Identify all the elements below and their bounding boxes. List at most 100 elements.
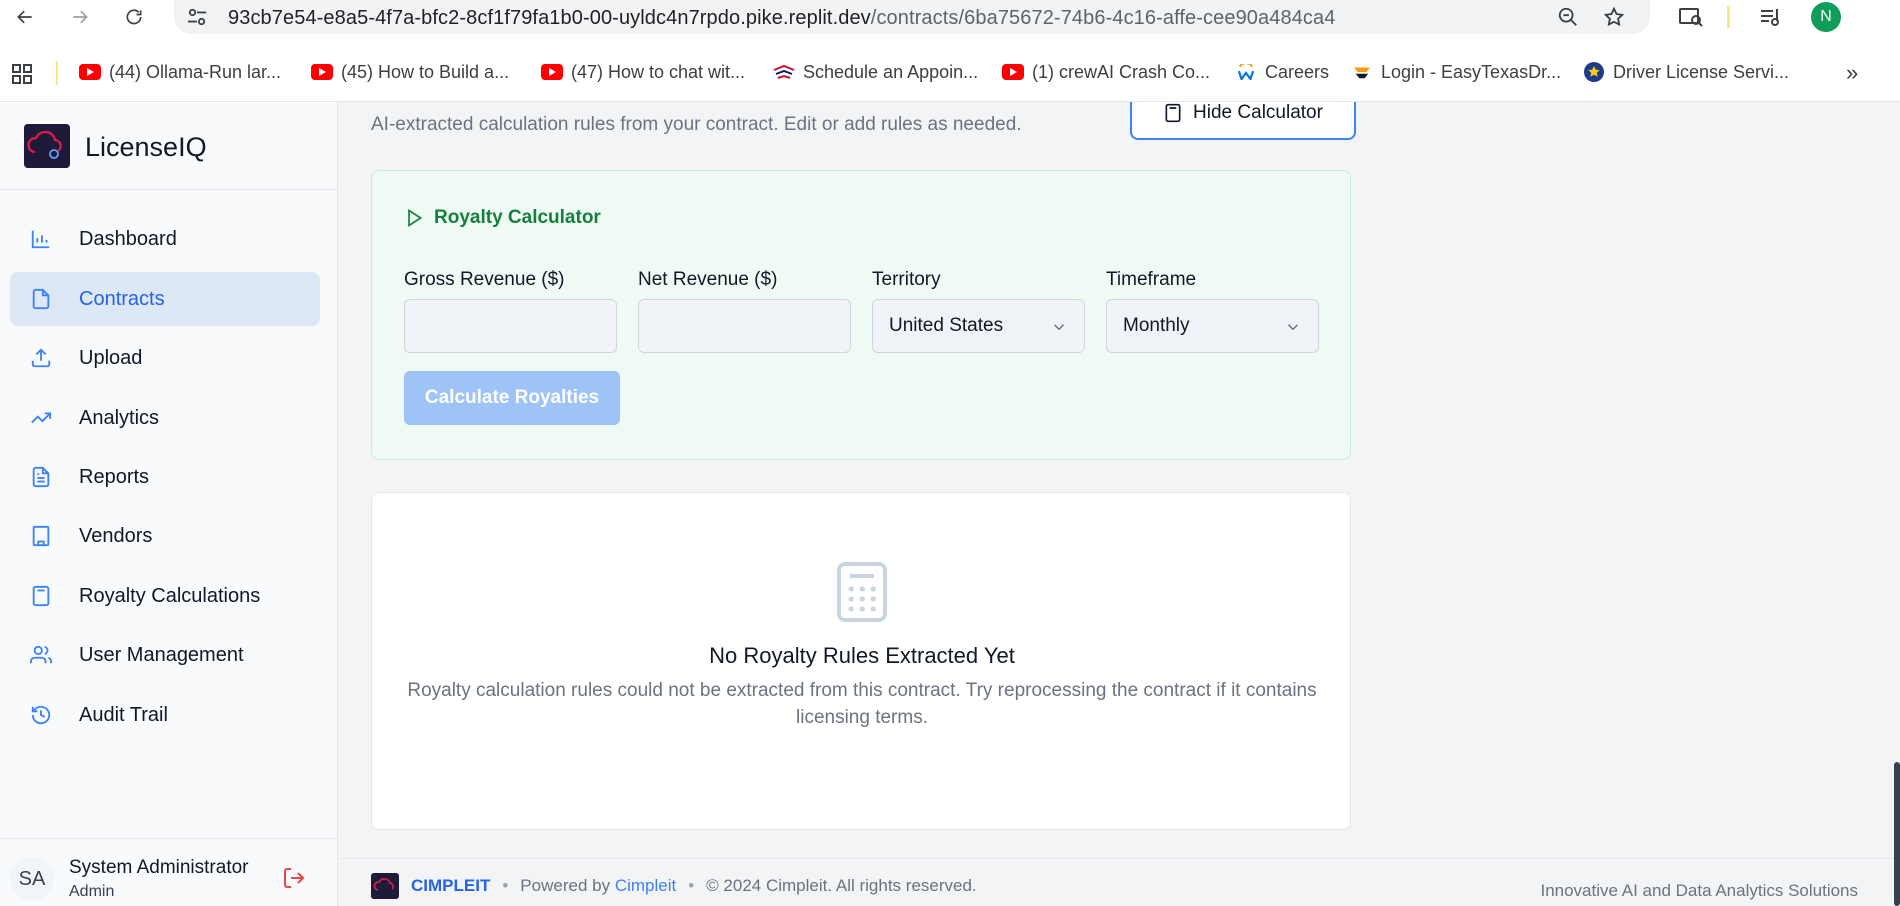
profile-avatar[interactable]: N — [1811, 2, 1841, 32]
sidebar-item-royalty-calculations[interactable]: Royalty Calculations — [10, 569, 320, 623]
powered-by-link[interactable]: Cimpleit — [615, 876, 676, 895]
bookmark-item[interactable]: Driver License Servi... — [1583, 58, 1789, 86]
bookmark-item[interactable]: (47) How to chat wit... — [541, 58, 745, 86]
youtube-icon — [311, 64, 333, 80]
calculator-icon — [837, 562, 887, 622]
url-host: 93cb7e54-e8a5-4f7a-bfc2-8cf1f79fa1b0-00-… — [228, 7, 871, 29]
bookmark-item[interactable]: Schedule an Appoin... — [773, 58, 978, 86]
apps-grid-icon[interactable] — [10, 62, 34, 86]
gross-revenue-field: Gross Revenue ($) — [404, 269, 617, 353]
sidebar-item-dashboard[interactable]: Dashboard — [10, 212, 320, 266]
bookmark-star-icon[interactable] — [1602, 6, 1626, 28]
footer-separator: • — [688, 876, 695, 895]
sidebar-item-label: Dashboard — [79, 227, 177, 250]
bookmark-item[interactable]: Careers — [1235, 58, 1329, 86]
url-text[interactable]: 93cb7e54-e8a5-4f7a-bfc2-8cf1f79fa1b0-00-… — [228, 7, 1335, 30]
page-scrollbar[interactable] — [1894, 102, 1900, 906]
royalty-calculator-panel: Royalty Calculator Gross Revenue ($) Net… — [371, 170, 1351, 460]
reload-icon[interactable] — [121, 4, 147, 30]
bookmarks-overflow-button[interactable]: » — [1846, 60, 1858, 86]
sidebar-item-label: Contracts — [79, 287, 165, 310]
youtube-icon — [79, 64, 101, 80]
bookmark-item[interactable]: (1) crewAI Crash Co... — [1002, 58, 1210, 86]
sidebar-item-label: Upload — [79, 346, 143, 369]
logout-icon[interactable] — [282, 866, 306, 890]
scrollbar-thumb[interactable] — [1894, 762, 1900, 906]
users-icon — [30, 645, 52, 664]
chevron-down-icon — [1287, 324, 1299, 331]
bookmark-label: Login - EasyTexasDr... — [1381, 61, 1562, 82]
footer-tagline: Innovative AI and Data Analytics Solutio… — [1540, 881, 1858, 900]
brand-name: LicenseIQ — [85, 132, 207, 162]
sidebar-item-contracts[interactable]: Contracts — [10, 272, 320, 326]
site-info-icon[interactable] — [186, 7, 208, 27]
calculator-title-text: Royalty Calculator — [434, 207, 601, 228]
territory-select[interactable]: United States — [872, 299, 1085, 353]
sidebar-item-analytics[interactable]: Analytics — [10, 391, 320, 445]
calculate-royalties-button[interactable]: Calculate Royalties — [404, 371, 620, 425]
empty-state-title: No Royalty Rules Extracted Yet — [709, 643, 1015, 668]
timeframe-select[interactable]: Monthly — [1106, 299, 1319, 353]
gross-revenue-input[interactable] — [404, 299, 617, 353]
media-control-icon[interactable] — [1758, 6, 1784, 28]
territory-label: Territory — [872, 269, 941, 290]
bookmark-item[interactable]: (44) Ollama-Run lar... — [79, 58, 281, 86]
calculator-title: Royalty Calculator — [404, 207, 601, 229]
sidebar-item-label: User Management — [79, 643, 244, 666]
section-subtitle: AI-extracted calculation rules from your… — [371, 114, 1022, 135]
footer-left: CIMPLEIT • Powered by Cimpleit • © 2024 … — [371, 873, 977, 899]
file-text-icon — [32, 466, 50, 488]
main-content: AI-extracted calculation rules from your… — [339, 102, 1900, 906]
cast-search-icon[interactable] — [1678, 6, 1704, 28]
chevron-down-icon — [1053, 324, 1065, 331]
territory-field: Territory United States — [872, 269, 1085, 353]
sidebar-item-audit-trail[interactable]: Audit Trail — [10, 688, 320, 742]
hide-calculator-button[interactable]: Hide Calculator — [1130, 102, 1356, 140]
bookmarks-bar: (44) Ollama-Run lar... (45) How to Build… — [0, 34, 1900, 102]
sidebar-item-label: Reports — [79, 465, 150, 488]
file-icon — [32, 288, 50, 310]
trending-up-icon — [31, 412, 52, 424]
bookmark-item[interactable]: Login - EasyTexasDr... — [1351, 58, 1561, 86]
url-path: /contracts/6ba75672-74b6-4c16-affe-cee90… — [870, 7, 1336, 29]
timeframe-field: Timeframe Monthly — [1106, 269, 1319, 353]
empty-state-text: Royalty calculation rules could not be e… — [407, 680, 1317, 728]
calculator-icon — [1165, 103, 1181, 123]
user-name: System Administrator — [69, 857, 249, 878]
empty-state-card: No Royalty Rules Extracted Yet Royalty c… — [371, 492, 1351, 830]
sidebar-item-upload[interactable]: Upload — [10, 331, 320, 385]
bookmark-label: Careers — [1265, 61, 1330, 82]
youtube-icon — [541, 64, 563, 80]
play-icon — [408, 208, 423, 228]
bookmark-label: Schedule an Appoin... — [803, 61, 979, 82]
sidebar: LicenseIQ Dashboard Contracts Upload Ana… — [0, 102, 338, 906]
user-role: Admin — [69, 883, 115, 900]
sidebar-item-label: Royalty Calculations — [79, 584, 261, 607]
footer-separator: • — [502, 876, 509, 895]
bank-of-america-icon — [773, 64, 795, 79]
sidebar-item-vendors[interactable]: Vendors — [10, 509, 320, 563]
bookmark-label: Driver License Servi... — [1613, 61, 1790, 82]
net-revenue-label: Net Revenue ($) — [638, 269, 778, 290]
zoom-icon[interactable] — [1556, 6, 1580, 28]
gross-revenue-label: Gross Revenue ($) — [404, 269, 565, 290]
back-icon[interactable] — [12, 4, 38, 30]
avatar: SA — [10, 857, 54, 901]
bookmark-item[interactable]: (45) How to Build a... — [311, 58, 509, 86]
bookmark-label: (47) How to chat wit... — [571, 61, 746, 82]
address-bar[interactable]: 93cb7e54-e8a5-4f7a-bfc2-8cf1f79fa1b0-00-… — [174, 0, 1650, 34]
hide-calculator-label: Hide Calculator — [1193, 102, 1323, 123]
bookmarks-separator — [56, 61, 58, 85]
bookmark-label: (1) crewAI Crash Co... — [1032, 61, 1211, 82]
sidebar-item-label: Vendors — [79, 524, 153, 547]
timeframe-value: Monthly — [1123, 315, 1190, 336]
territory-value: United States — [889, 315, 1004, 336]
youtube-icon — [1002, 64, 1024, 80]
bookmark-label: (45) How to Build a... — [341, 61, 510, 82]
upload-icon — [31, 348, 51, 368]
copyright-text: © 2024 Cimpleit. All rights reserved. — [706, 876, 977, 895]
sidebar-item-reports[interactable]: Reports — [10, 450, 320, 504]
forward-icon[interactable] — [67, 4, 93, 30]
sidebar-item-user-management[interactable]: User Management — [10, 628, 320, 682]
net-revenue-input[interactable] — [638, 299, 851, 353]
